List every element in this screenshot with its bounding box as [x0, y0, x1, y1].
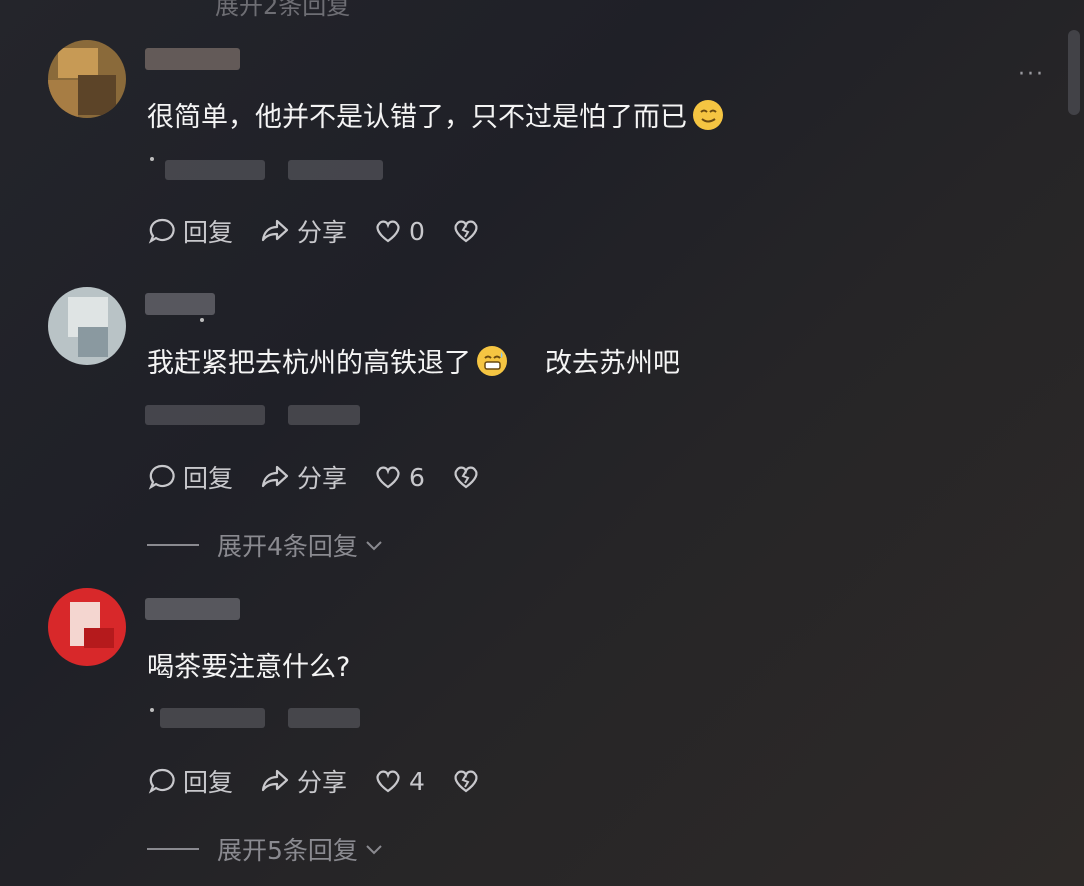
smirk-emoji-icon — [693, 100, 723, 130]
username-blurred[interactable] — [145, 48, 240, 70]
avatar[interactable] — [48, 40, 126, 118]
heart-icon — [376, 770, 400, 793]
meta-dot — [150, 157, 154, 161]
like-count: 0 — [409, 216, 425, 246]
username-blurred[interactable] — [145, 293, 215, 315]
broken-heart-icon — [454, 770, 478, 793]
avatar[interactable] — [48, 588, 126, 666]
divider-line — [147, 544, 199, 546]
reply-label: 回复 — [183, 218, 234, 247]
like-button[interactable]: 6 — [373, 462, 425, 492]
timestamp-blurred — [145, 405, 265, 425]
share-arrow-icon — [261, 465, 289, 488]
share-button[interactable]: 分享 — [259, 459, 347, 495]
dislike-button[interactable] — [451, 216, 487, 246]
location-blurred — [288, 160, 383, 180]
comment-bubble-icon — [148, 768, 175, 794]
timestamp-blurred — [160, 708, 265, 728]
share-label: 分享 — [297, 768, 348, 797]
comment-actions: 回复 分享 0 — [147, 214, 513, 248]
comment-text-main: 很简单，他并不是认错了，只不过是怕了而已 — [147, 102, 687, 133]
reply-label: 回复 — [183, 464, 234, 493]
share-label: 分享 — [297, 218, 348, 247]
share-arrow-icon — [261, 769, 289, 792]
share-button[interactable]: 分享 — [259, 763, 347, 799]
expand-replies-label: 展开4条回复 — [217, 532, 358, 561]
top-partial-expand[interactable]: 展开2条回复 — [215, 0, 350, 21]
location-blurred — [288, 405, 360, 425]
reply-button[interactable]: 回复 — [147, 213, 233, 249]
share-label: 分享 — [297, 464, 348, 493]
broken-heart-icon — [454, 220, 478, 243]
comment-text: 很简单，他并不是认错了，只不过是怕了而已 — [147, 100, 723, 136]
more-options-icon[interactable]: ··· — [1018, 62, 1045, 87]
heart-icon — [376, 220, 400, 243]
chevron-down-icon — [366, 845, 382, 855]
comment-actions: 回复 分享 4 — [147, 764, 513, 798]
reply-button[interactable]: 回复 — [147, 459, 233, 495]
comment-bubble-icon — [148, 464, 175, 490]
meta-dot — [150, 708, 154, 712]
grin-sweat-emoji-icon — [477, 346, 507, 376]
like-button[interactable]: 4 — [373, 766, 425, 796]
username-blurred[interactable] — [145, 598, 240, 620]
expand-replies-label: 展开5条回复 — [217, 836, 358, 865]
share-button[interactable]: 分享 — [259, 213, 347, 249]
comment-bubble-icon — [148, 218, 175, 244]
like-count: 4 — [409, 766, 425, 796]
avatar[interactable] — [48, 287, 126, 365]
heart-icon — [376, 466, 400, 489]
meta-dot — [200, 318, 204, 322]
divider-line — [147, 848, 199, 850]
comment-actions: 回复 分享 6 — [147, 460, 513, 494]
expand-replies-button[interactable]: 展开4条回复 — [147, 527, 386, 563]
expand-replies-button[interactable]: 展开5条回复 — [147, 831, 386, 867]
reply-button[interactable]: 回复 — [147, 763, 233, 799]
comment-text-main: 喝茶要注意什么? — [147, 652, 351, 683]
comment-text: 喝茶要注意什么? — [147, 650, 350, 686]
broken-heart-icon — [454, 466, 478, 489]
comment-text-main: 我赶紧把去杭州的高铁退了 — [147, 348, 471, 379]
reply-label: 回复 — [183, 768, 234, 797]
dislike-button[interactable] — [451, 766, 487, 796]
comment-text-tail: 改去苏州吧 — [545, 348, 680, 379]
timestamp-blurred — [165, 160, 265, 180]
comment-text: 我赶紧把去杭州的高铁退了 改去苏州吧 — [147, 346, 680, 382]
like-count: 6 — [409, 462, 425, 492]
location-blurred — [288, 708, 360, 728]
dislike-button[interactable] — [451, 462, 487, 492]
share-arrow-icon — [261, 219, 289, 242]
scrollbar[interactable] — [1068, 30, 1080, 115]
chevron-down-icon — [366, 541, 382, 551]
like-button[interactable]: 0 — [373, 216, 425, 246]
